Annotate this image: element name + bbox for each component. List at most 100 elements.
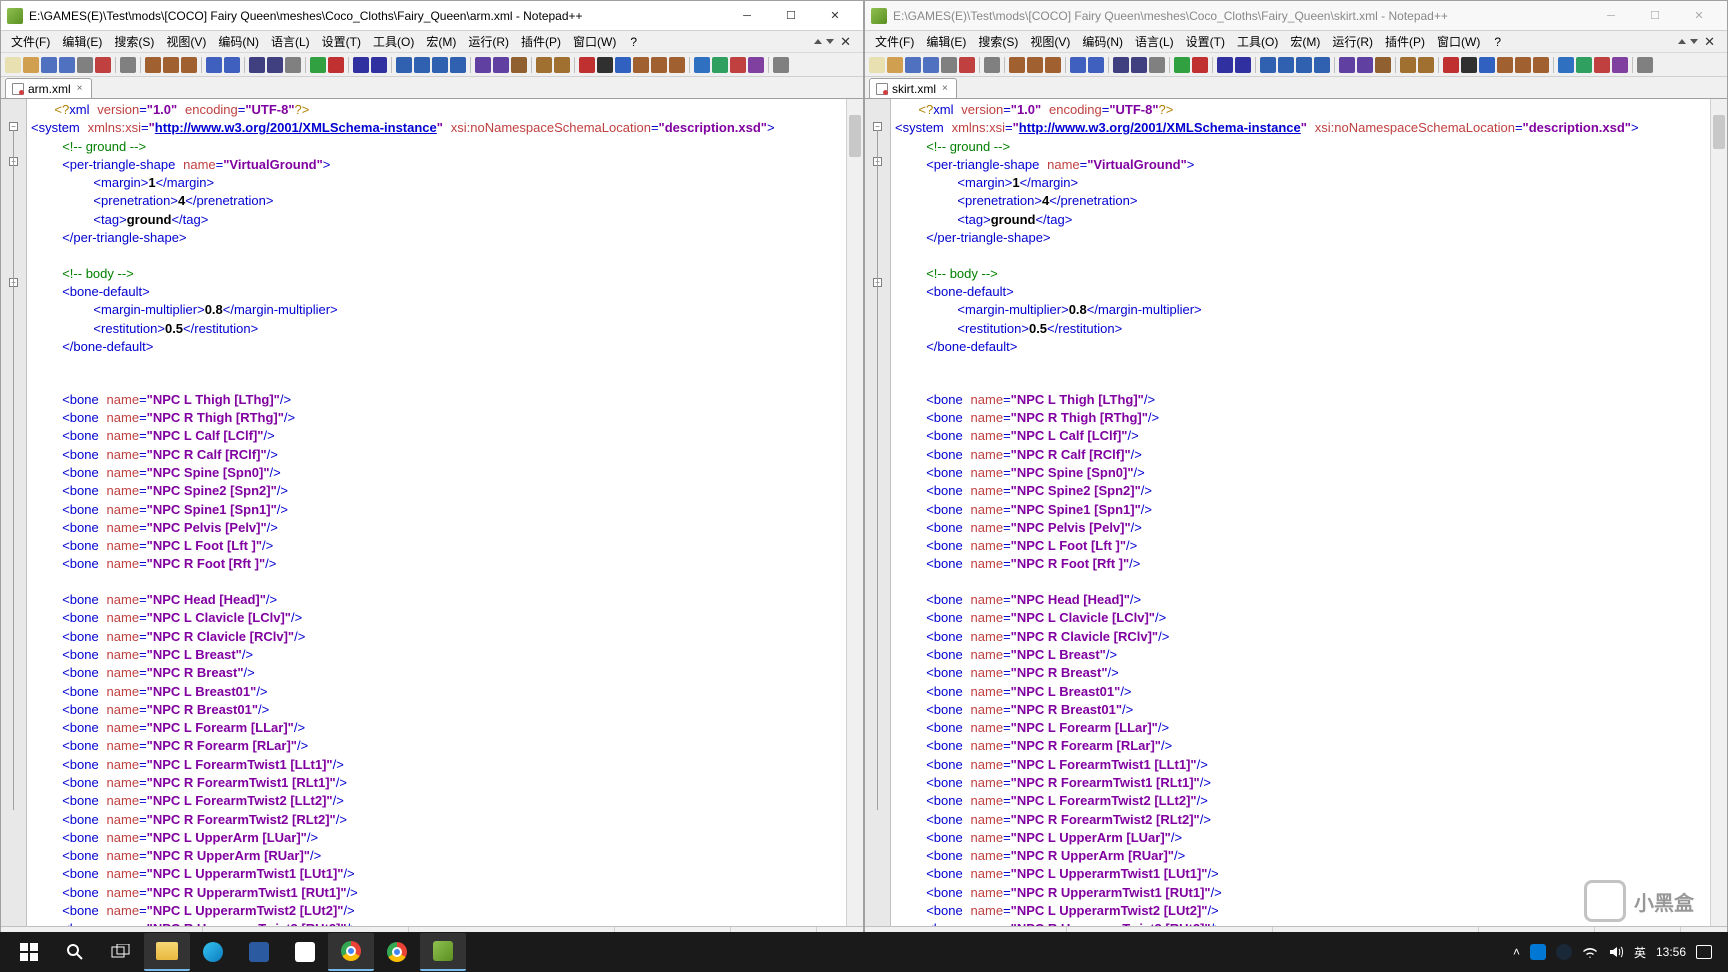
toolbar-button[interactable] <box>163 57 179 73</box>
toolbar-button[interactable] <box>414 57 430 73</box>
menu-编码n[interactable]: 编码(N) <box>212 31 265 52</box>
tray-chevron-icon[interactable]: ˄ <box>1513 945 1520 959</box>
toolbar-button[interactable] <box>1009 57 1025 73</box>
tray-network-icon[interactable] <box>1582 944 1598 960</box>
toolbar-button[interactable] <box>694 57 710 73</box>
toolbar-button[interactable] <box>887 57 903 73</box>
menu-文件f[interactable]: 文件(F) <box>5 31 56 52</box>
editor-area[interactable]: −−− <?xml version="1.0" encoding="UTF-8"… <box>865 99 1727 926</box>
toolbar-button[interactable] <box>224 57 240 73</box>
toolbar-button[interactable] <box>1088 57 1104 73</box>
menu-?[interactable]: ? <box>1488 33 1507 51</box>
toolbar-button[interactable] <box>1443 57 1459 73</box>
fold-all-icon[interactable] <box>1678 39 1686 44</box>
toolbar-button[interactable] <box>1637 57 1653 73</box>
tray-steam-icon[interactable] <box>1556 944 1572 960</box>
menu-搜索s[interactable]: 搜索(S) <box>972 31 1024 52</box>
start-button[interactable] <box>6 933 52 971</box>
toolbar-button[interactable] <box>536 57 552 73</box>
toolbar-button[interactable] <box>748 57 764 73</box>
editor-area[interactable]: −−− <?xml version="1.0" encoding="UTF-8"… <box>1 99 863 926</box>
menu-插件p[interactable]: 插件(P) <box>515 31 567 52</box>
taskbar-explorer[interactable] <box>144 933 190 971</box>
toolbar-button[interactable] <box>1479 57 1495 73</box>
menu-工具o[interactable]: 工具(O) <box>1231 31 1284 52</box>
menu-窗口w[interactable]: 窗口(W) <box>567 31 622 52</box>
tab-close-icon[interactable]: × <box>940 83 950 94</box>
close-button[interactable]: ✕ <box>813 2 857 30</box>
toolbar-button[interactable] <box>1576 57 1592 73</box>
toolbar-button[interactable] <box>1260 57 1276 73</box>
toolbar-button[interactable] <box>773 57 789 73</box>
toolbar-button[interactable] <box>730 57 746 73</box>
toolbar-button[interactable] <box>554 57 570 73</box>
toolbar-button[interactable] <box>310 57 326 73</box>
toolbar-button[interactable] <box>1594 57 1610 73</box>
scrollbar-thumb[interactable] <box>1713 115 1725 149</box>
toolbar-button[interactable] <box>353 57 369 73</box>
menubar-close-icon[interactable]: ✕ <box>1702 34 1717 50</box>
toolbar-button[interactable] <box>5 57 21 73</box>
toolbar-button[interactable] <box>1515 57 1531 73</box>
toolbar-button[interactable] <box>1131 57 1147 73</box>
toolbar-button[interactable] <box>95 57 111 73</box>
toolbar-button[interactable] <box>669 57 685 73</box>
code-content[interactable]: <?xml version="1.0" encoding="UTF-8"?> <… <box>27 99 846 926</box>
taskbar-store[interactable] <box>282 933 328 971</box>
toolbar-button[interactable] <box>651 57 667 73</box>
toolbar-button[interactable] <box>181 57 197 73</box>
menu-设置t[interactable]: 设置(T) <box>1180 31 1231 52</box>
toolbar-button[interactable] <box>1400 57 1416 73</box>
toolbar-button[interactable] <box>145 57 161 73</box>
tray-notifications-icon[interactable] <box>1696 945 1712 959</box>
menu-编码n[interactable]: 编码(N) <box>1076 31 1129 52</box>
toolbar-button[interactable] <box>77 57 93 73</box>
menu-运行r[interactable]: 运行(R) <box>1326 31 1379 52</box>
toolbar-button[interactable] <box>328 57 344 73</box>
taskbar-edge[interactable] <box>190 933 236 971</box>
toolbar-button[interactable] <box>396 57 412 73</box>
code-content[interactable]: <?xml version="1.0" encoding="UTF-8"?> <… <box>891 99 1710 926</box>
menu-设置t[interactable]: 设置(T) <box>316 31 367 52</box>
menu-视图v[interactable]: 视图(V) <box>1024 31 1076 52</box>
menubar-close-icon[interactable]: ✕ <box>838 34 853 50</box>
minimize-button[interactable]: ─ <box>725 2 769 30</box>
vertical-scrollbar[interactable] <box>846 99 863 926</box>
toolbar-button[interactable] <box>41 57 57 73</box>
toolbar-button[interactable] <box>450 57 466 73</box>
toolbar-button[interactable] <box>1174 57 1190 73</box>
fold-all-icon[interactable] <box>814 39 822 44</box>
toolbar-button[interactable] <box>712 57 728 73</box>
toolbar-button[interactable] <box>923 57 939 73</box>
menu-编辑e[interactable]: 编辑(E) <box>920 31 972 52</box>
fold-gutter[interactable]: −−− <box>1 99 27 926</box>
menu-工具o[interactable]: 工具(O) <box>367 31 420 52</box>
toolbar-button[interactable] <box>1045 57 1061 73</box>
tab-arm-xml[interactable]: arm.xml × <box>5 78 92 98</box>
toolbar-button[interactable] <box>511 57 527 73</box>
toolbar-button[interactable] <box>1558 57 1574 73</box>
toolbar-button[interactable] <box>1612 57 1628 73</box>
toolbar-button[interactable] <box>432 57 448 73</box>
tray-clock[interactable]: 13:56 <box>1656 945 1686 959</box>
toolbar-button[interactable] <box>1497 57 1513 73</box>
menu-文件f[interactable]: 文件(F) <box>869 31 920 52</box>
tray-onedrive-icon[interactable] <box>1530 944 1546 960</box>
menu-视图v[interactable]: 视图(V) <box>160 31 212 52</box>
close-button[interactable]: ✕ <box>1677 2 1721 30</box>
menu-插件p[interactable]: 插件(P) <box>1379 31 1431 52</box>
maximize-button[interactable]: ☐ <box>769 2 813 30</box>
taskview-button[interactable] <box>98 933 144 971</box>
toolbar-button[interactable] <box>905 57 921 73</box>
toolbar-button[interactable] <box>1027 57 1043 73</box>
tray-ime[interactable]: 英 <box>1634 944 1646 961</box>
toolbar-button[interactable] <box>493 57 509 73</box>
toolbar-button[interactable] <box>371 57 387 73</box>
tab-skirt-xml[interactable]: skirt.xml × <box>869 78 957 98</box>
toolbar-button[interactable] <box>23 57 39 73</box>
toolbar-button[interactable] <box>1149 57 1165 73</box>
toolbar-button[interactable] <box>597 57 613 73</box>
toolbar-button[interactable] <box>1314 57 1330 73</box>
toolbar-button[interactable] <box>249 57 265 73</box>
vertical-scrollbar[interactable] <box>1710 99 1727 926</box>
